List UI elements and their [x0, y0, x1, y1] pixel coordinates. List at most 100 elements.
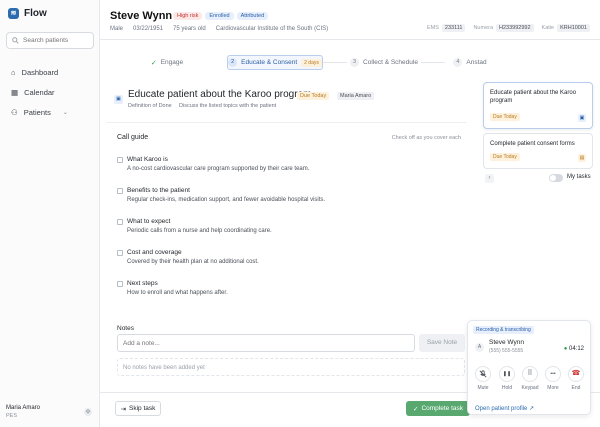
skip-task-button[interactable]: ⇥ Skip task	[115, 401, 161, 416]
notes-label: Notes	[117, 325, 134, 332]
app-name: Flow	[24, 8, 47, 19]
task-title: Educate patient about the Karoo program	[128, 89, 312, 100]
guide-item-desc: A no-cost cardiovascular care program su…	[127, 166, 310, 172]
keypad-button[interactable]: ⠿ Keypad	[521, 366, 539, 391]
step-engage[interactable]: ✓ Engage	[107, 55, 227, 70]
caller-name: Steve Wynn	[489, 339, 524, 346]
patient-age: 75 years old	[173, 26, 206, 32]
sidebar-item-label: Dashboard	[21, 67, 59, 77]
end-call-icon: ☎	[568, 366, 584, 382]
id-numera: Numera H233992992	[473, 24, 534, 32]
step-anstad[interactable]: 4 Anstad	[445, 55, 495, 70]
my-tasks-toggle[interactable]	[549, 174, 563, 182]
id-katie: Katie KRH10001	[541, 24, 590, 32]
step-label: Educate & Consent	[241, 59, 298, 66]
step-due-badge: 2 days	[301, 58, 322, 67]
id-value[interactable]: H233992992	[496, 24, 534, 32]
open-patient-profile-link[interactable]: Open patient profile ↗	[475, 405, 534, 412]
user-role: PES	[6, 413, 18, 419]
dod-text: Discuss the listed topics with the patie…	[179, 103, 277, 109]
note-input[interactable]	[117, 334, 415, 352]
sidebar-item-label: Patients	[23, 107, 51, 117]
guide-item-title: What Karoo is	[127, 156, 168, 163]
search-box[interactable]	[6, 32, 94, 49]
task-due-badge[interactable]: Due Today	[297, 92, 330, 100]
keypad-icon: ⠿	[522, 366, 538, 382]
queue-card[interactable]: Complete patient consent forms Due Today…	[483, 133, 593, 169]
call-guide-hint: Check off as you cover each	[391, 135, 461, 141]
id-label: Katie	[541, 25, 555, 31]
queue-controls: ‹ My tasks	[485, 173, 591, 183]
step-educate-consent[interactable]: 2 Educate & Consent 2 days	[227, 55, 323, 70]
queue-card-title: Complete patient consent forms	[490, 141, 575, 147]
user-profile[interactable]: Maria Amaro PES ⚙	[6, 405, 94, 419]
task-icon: ▣	[114, 95, 123, 104]
patient-name: Steve Wynn	[110, 10, 173, 22]
logo-icon: ≋	[8, 8, 19, 19]
complete-label: Complete task	[421, 405, 463, 412]
brand[interactable]: ≋ Flow	[8, 8, 47, 19]
users-icon: ⚇	[11, 107, 18, 117]
check-icon: ✓	[413, 405, 419, 413]
id-value[interactable]: 233111	[441, 24, 466, 32]
settings-icon[interactable]: ⚙	[84, 408, 92, 416]
more-icon: •••	[545, 366, 561, 382]
more-button[interactable]: ••• More	[544, 366, 562, 391]
patient-meta: Male 03/22/1951 75 years old Cardiovascu…	[110, 26, 328, 32]
queue-card-due: Due Today	[490, 153, 520, 161]
save-note-button[interactable]: Save Note	[419, 334, 465, 352]
workflow-stepper: ✓ Engage 2 Educate & Consent 2 days 3 Co…	[107, 55, 591, 70]
sidebar-nav: ⌂ Dashboard ▦ Calendar ⚇ Patients ⌄	[6, 62, 94, 122]
more-label: More	[547, 385, 559, 391]
id-value[interactable]: KRH10001	[557, 24, 590, 32]
queue-card-due: Due Today	[490, 113, 520, 121]
caller-phone: (555) 555-5555	[489, 348, 524, 354]
step-label: Collect & Schedule	[363, 59, 418, 66]
mute-button[interactable]: Mute	[474, 366, 492, 391]
guide-checkbox[interactable]	[117, 250, 123, 256]
status-badge-attributed: Attributed	[236, 12, 269, 20]
guide-item-title: Benefits to the patient	[127, 187, 190, 194]
step-number: 2	[228, 58, 238, 67]
end-label: End	[571, 385, 581, 391]
pause-icon: ❚❚	[499, 366, 515, 382]
check-icon: ✓	[150, 59, 157, 67]
sidebar-item-calendar[interactable]: ▦ Calendar	[6, 82, 94, 102]
guide-checkbox[interactable]	[117, 219, 123, 225]
guide-item-desc: Covered by their health plan at no addit…	[127, 259, 259, 265]
skip-label: Skip task	[129, 405, 156, 412]
guide-checkbox[interactable]	[117, 281, 123, 287]
step-divider	[323, 62, 347, 63]
id-ems: EMS 233111	[427, 24, 466, 32]
step-number: 3	[350, 58, 360, 67]
avatar: A	[475, 343, 484, 352]
patient-program: Cardiovascular Institute of the South (C…	[215, 26, 329, 32]
patient-sex: Male	[110, 26, 124, 32]
sidebar-item-dashboard[interactable]: ⌂ Dashboard	[6, 62, 94, 82]
step-collect-schedule[interactable]: 3 Collect & Schedule	[347, 55, 421, 70]
search-input[interactable]	[23, 37, 93, 44]
chevron-down-icon: ⌄	[62, 109, 68, 116]
chevron-left-icon[interactable]: ‹	[485, 174, 494, 183]
guide-item-desc: Periodic calls from a nurse and help coo…	[127, 228, 272, 234]
search-icon	[12, 37, 19, 44]
call-widget: Recording & transcribing A Steve Wynn (5…	[467, 320, 591, 415]
complete-task-button[interactable]: ✓ Complete task	[406, 401, 470, 416]
queue-card[interactable]: Educate patient about the Karoo program …	[483, 82, 593, 129]
guide-item-title: What to expect	[127, 218, 171, 225]
sidebar-item-patients[interactable]: ⚇ Patients ⌄	[6, 102, 94, 122]
end-call-button[interactable]: ☎ End	[567, 366, 585, 391]
calendar-icon: ▦	[11, 87, 19, 97]
guide-item-desc: Regular check-ins, medication support, a…	[127, 197, 326, 203]
guide-checkbox[interactable]	[117, 157, 123, 163]
hold-button[interactable]: ❚❚ Hold	[498, 366, 516, 391]
step-label: Engage	[160, 59, 184, 66]
mute-label: Mute	[477, 385, 489, 391]
task-assignee[interactable]: Maria Amaro	[337, 92, 375, 100]
guide-checkbox[interactable]	[117, 188, 123, 194]
status-badge-risk: High risk	[173, 12, 203, 20]
step-number: 4	[453, 58, 463, 67]
patient-dob: 03/22/1951	[133, 26, 164, 32]
step-divider	[421, 62, 445, 63]
sidebar: ≋ Flow ⌂ Dashboard ▦ Calendar ⚇ Patients…	[0, 0, 100, 427]
